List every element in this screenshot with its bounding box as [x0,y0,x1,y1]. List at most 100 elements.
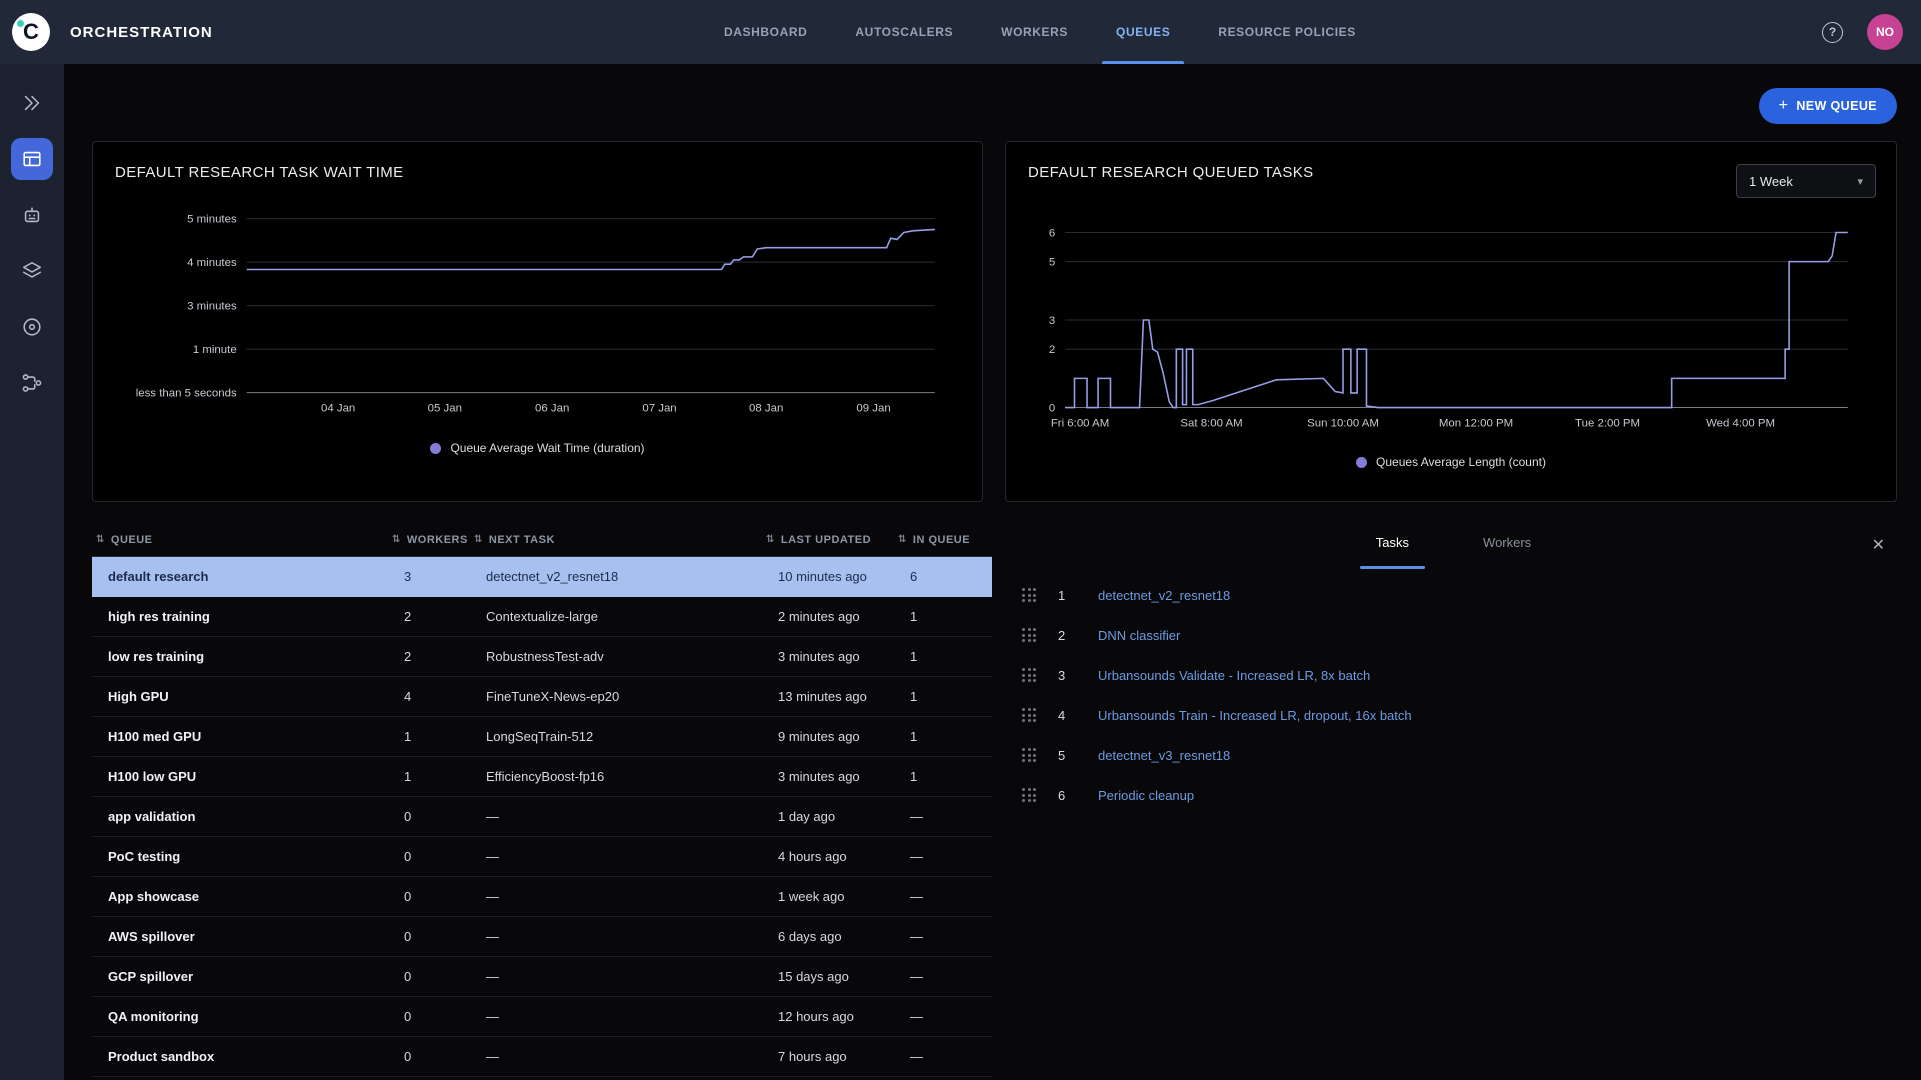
queue-row[interactable]: AWS spillover 0 — 6 days ago — [92,917,992,957]
queued-tasks-panel: DEFAULT RESEARCH QUEUED TASKS 1 Week ▾ 0… [1005,141,1897,502]
queue-row[interactable]: high res training 2 Contextualize-large … [92,597,992,637]
svg-text:Tue 2:00 PM: Tue 2:00 PM [1575,417,1640,429]
queue-name-cell: low res training [96,649,392,664]
drag-handle-icon[interactable] [1022,588,1036,602]
last-updated-cell: 2 minutes ago [766,609,898,624]
task-list: 1 detectnet_v2_resnet18 2 DNN classifier… [1010,575,1897,815]
drag-handle-icon[interactable] [1022,708,1036,722]
app-title: ORCHESTRATION [70,24,213,41]
avatar[interactable]: NO [1867,14,1903,50]
sidebar-item-workers[interactable] [11,194,53,236]
queue-row[interactable]: low res training 2 RobustnessTest-adv 3 … [92,637,992,677]
details-tab-workers[interactable]: Workers [1467,523,1547,569]
queue-row[interactable]: PoC testing 0 — 4 hours ago — [92,837,992,877]
time-range-select[interactable]: 1 Week ▾ [1736,164,1876,198]
wait-time-panel: DEFAULT RESEARCH TASK WAIT TIME less tha… [92,141,983,502]
column-label: NEXT TASK [489,534,555,546]
task-link[interactable]: detectnet_v3_resnet18 [1098,748,1230,763]
queue-name-cell: Product sandbox [96,1049,392,1064]
column-label: IN QUEUE [913,534,970,546]
queue-row[interactable]: app validation 0 — 1 day ago — [92,797,992,837]
svg-text:07 Jan: 07 Jan [642,402,676,414]
task-index: 5 [1058,748,1074,763]
queue-name-cell: GCP spillover [96,969,392,984]
last-updated-cell: 3 minutes ago [766,769,898,784]
column-label: QUEUE [111,534,153,546]
queue-row[interactable]: GCP spillover 0 — 15 days ago — [92,957,992,997]
nav-tab-autoscalers[interactable]: AUTOSCALERS [831,0,977,64]
drag-handle-icon[interactable] [1022,628,1036,642]
task-index: 1 [1058,588,1074,603]
queue-row[interactable]: QA monitoring 0 — 12 hours ago — [92,997,992,1037]
clearml-logo[interactable]: C [12,13,50,51]
in-queue-cell: — [898,809,982,824]
last-updated-cell: 15 days ago [766,969,898,984]
last-updated-cell: 13 minutes ago [766,689,898,704]
task-link[interactable]: Periodic cleanup [1098,788,1194,803]
help-glyph: ? [1829,25,1836,39]
queued-tasks-title: DEFAULT RESEARCH QUEUED TASKS [1028,164,1314,181]
last-updated-cell: 10 minutes ago [766,569,898,584]
legend-dot-icon [430,443,441,454]
task-index: 2 [1058,628,1074,643]
details-tab-tasks[interactable]: Tasks [1360,523,1425,569]
svg-text:4 minutes: 4 minutes [187,257,237,269]
in-queue-cell: 1 [898,769,982,784]
queued-tasks-legend: Queues Average Length (count) [1006,455,1896,469]
sidebar-item-applications[interactable] [11,306,53,348]
close-icon[interactable]: ✕ [1872,535,1885,555]
queue-row[interactable]: default research 3 detectnet_v2_resnet18… [92,557,992,597]
workers-cell: 1 [392,729,474,744]
queue-row[interactable]: High GPU 4 FineTuneX-News-ep20 13 minute… [92,677,992,717]
column-header[interactable]: ⇅ LAST UPDATED [766,534,898,546]
queue-row[interactable]: Product sandbox 0 — 7 hours ago — [92,1037,992,1077]
column-header[interactable]: ⇅ WORKERS [392,534,474,546]
next-task-cell: — [474,889,766,904]
sidebar-item-datasets[interactable] [11,250,53,292]
task-link[interactable]: DNN classifier [1098,628,1180,643]
nav-tab-queues[interactable]: QUEUES [1092,0,1194,64]
drag-handle-icon[interactable] [1022,788,1036,802]
sort-icon: ⇅ [96,534,105,545]
svg-text:5 minutes: 5 minutes [187,214,237,226]
queue-row[interactable]: App showcase 0 — 1 week ago — [92,877,992,917]
svg-text:Mon 12:00 PM: Mon 12:00 PM [1439,417,1513,429]
nav-tab-workers[interactable]: WORKERS [977,0,1092,64]
queue-row[interactable]: H100 low GPU 1 EfficiencyBoost-fp16 3 mi… [92,757,992,797]
new-queue-label: NEW QUEUE [1796,99,1877,113]
column-header[interactable]: ⇅ IN QUEUE [898,534,982,546]
sort-icon: ⇅ [392,534,401,545]
queues-table-body: default research 3 detectnet_v2_resnet18… [92,557,992,1077]
nav-tab-dashboard[interactable]: DASHBOARD [700,0,831,64]
next-task-cell: — [474,1049,766,1064]
svg-text:Wed 4:00 PM: Wed 4:00 PM [1706,417,1775,429]
queue-name-cell: AWS spillover [96,929,392,944]
column-label: WORKERS [407,534,468,546]
column-header[interactable]: ⇅ QUEUE [96,534,392,546]
workers-cell: 4 [392,689,474,704]
drag-handle-icon[interactable] [1022,668,1036,682]
queue-details-panel: Tasks Workers ✕ 1 detectnet_v2_resnet18 2 … [1010,523,1897,815]
queue-row[interactable]: H100 med GPU 1 LongSeqTrain-512 9 minute… [92,717,992,757]
sidebar-item-queues[interactable] [11,138,53,180]
workers-cell: 0 [392,969,474,984]
sidebar-item-pipelines[interactable] [11,362,53,404]
new-queue-button[interactable]: + NEW QUEUE [1759,88,1897,124]
nav-tab-resource-policies[interactable]: RESOURCE POLICIES [1194,0,1380,64]
last-updated-cell: 1 day ago [766,809,898,824]
help-icon[interactable]: ? [1822,22,1843,43]
sort-icon: ⇅ [766,534,775,545]
topbar-right: ? NO [1822,14,1903,50]
task-link[interactable]: detectnet_v2_resnet18 [1098,588,1230,603]
task-link[interactable]: Urbansounds Validate - Increased LR, 8x … [1098,668,1370,683]
task-row: 5 detectnet_v3_resnet18 [1010,735,1897,775]
svg-text:05 Jan: 05 Jan [428,402,462,414]
expand-sidebar-icon[interactable] [11,82,53,124]
task-link[interactable]: Urbansounds Train - Increased LR, dropou… [1098,708,1412,723]
next-task-cell: detectnet_v2_resnet18 [474,569,766,584]
time-range-value: 1 Week [1749,174,1793,189]
drag-handle-icon[interactable] [1022,748,1036,762]
next-task-cell: LongSeqTrain-512 [474,729,766,744]
column-header[interactable]: ⇅ NEXT TASK [474,534,766,546]
in-queue-cell: — [898,969,982,984]
